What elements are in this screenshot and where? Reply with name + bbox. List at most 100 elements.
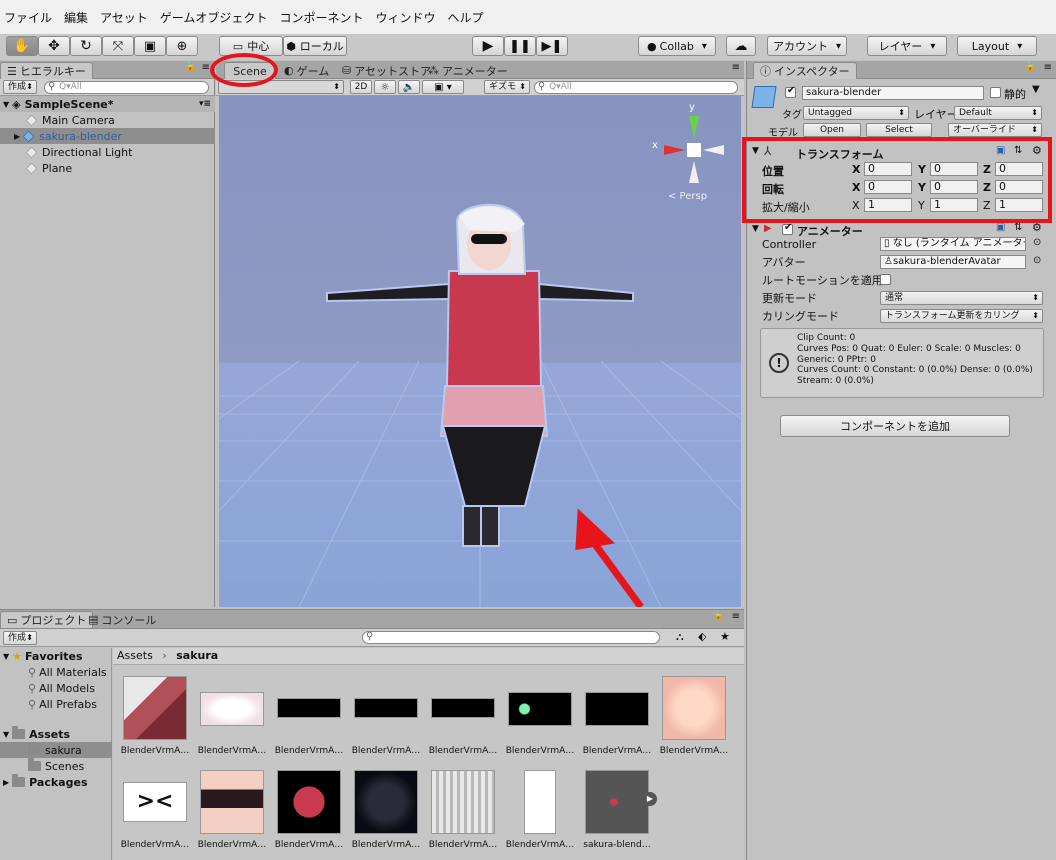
- expand-arrow-icon[interactable]: ▼: [3, 100, 9, 109]
- asset-item[interactable]: ▶ sakura-blend…: [579, 770, 657, 860]
- tab-inspector[interactable]: ⓘ インスペクター: [753, 62, 857, 79]
- hierarchy-item-directional-light[interactable]: Directional Light: [0, 144, 215, 160]
- rect-tool-button[interactable]: ▣: [134, 36, 166, 56]
- expand-arrow-icon[interactable]: ▶: [3, 778, 9, 787]
- menu-file[interactable]: ファイル: [4, 9, 52, 26]
- static-dropdown-icon[interactable]: ▼: [1032, 84, 1040, 95]
- lighting-toggle[interactable]: ☼: [374, 80, 396, 94]
- asset-item[interactable]: BlenderVrmA…: [425, 676, 501, 766]
- expand-play-icon[interactable]: ▶: [643, 792, 657, 806]
- menu-component[interactable]: コンポーネント: [279, 9, 363, 26]
- root-motion-checkbox[interactable]: [880, 274, 891, 285]
- panel-menu-icon[interactable]: ≡: [732, 611, 740, 622]
- scene-menu-icon[interactable]: ▾≡: [199, 99, 211, 109]
- tree-assets[interactable]: ▼ Assets: [0, 726, 112, 742]
- tree-sakura[interactable]: sakura: [0, 742, 112, 758]
- lock-icon[interactable]: 🔒: [1025, 62, 1036, 72]
- object-name-field[interactable]: sakura-blender: [802, 86, 984, 100]
- scene-search-input[interactable]: Q▾All: [534, 81, 738, 94]
- asset-item[interactable]: >< BlenderVrmA…: [117, 770, 193, 860]
- asset-item[interactable]: BlenderVrmA…: [348, 676, 424, 766]
- audio-toggle[interactable]: 🔈: [398, 80, 420, 94]
- menu-edit[interactable]: 編集: [64, 9, 88, 26]
- tab-animator[interactable]: ⁂ アニメーター: [422, 62, 514, 79]
- layout-dropdown[interactable]: Layout: [957, 36, 1037, 56]
- model-select-button[interactable]: Select: [866, 123, 932, 137]
- hierarchy-create-button[interactable]: 作成: [3, 80, 37, 94]
- asset-item[interactable]: BlenderVrmA…: [425, 770, 501, 860]
- project-create-button[interactable]: 作成: [3, 631, 37, 645]
- space-toggle-button[interactable]: ⬢ ローカル: [283, 36, 347, 56]
- tree-all-models[interactable]: ⚲ All Models: [0, 680, 112, 696]
- asset-item[interactable]: BlenderVrmA…: [194, 676, 270, 766]
- lock-icon[interactable]: 🔒: [713, 611, 724, 621]
- add-component-button[interactable]: コンポーネントを追加: [780, 415, 1010, 437]
- gear-icon[interactable]: ⚙: [1032, 221, 1042, 234]
- filter-type-icon[interactable]: ⛬: [676, 630, 684, 644]
- panel-menu-icon[interactable]: ≡: [202, 62, 210, 73]
- active-checkbox[interactable]: ✔: [785, 85, 796, 98]
- effects-dropdown[interactable]: ▣ ▾: [422, 80, 464, 94]
- expand-arrow-icon[interactable]: ▼: [752, 224, 759, 234]
- asset-item[interactable]: BlenderVrmA…: [348, 770, 424, 860]
- hand-tool-button[interactable]: ✋: [6, 36, 38, 56]
- step-button[interactable]: ▶❚: [536, 36, 568, 56]
- pause-button[interactable]: ❚❚: [504, 36, 536, 56]
- avatar-field[interactable]: ♙sakura-blenderAvatar: [880, 255, 1026, 269]
- asset-item[interactable]: BlenderVrmA…: [502, 770, 578, 860]
- tab-project[interactable]: ▭ プロジェクト: [0, 611, 94, 628]
- model-open-button[interactable]: Open: [803, 123, 861, 137]
- account-dropdown[interactable]: アカウント: [767, 36, 847, 56]
- expand-arrow-icon[interactable]: ▼: [3, 730, 9, 739]
- asset-item[interactable]: BlenderVrmA…: [579, 676, 655, 766]
- tree-favorites[interactable]: ▼ ★ Favorites: [0, 648, 112, 664]
- layer-dropdown[interactable]: Default: [954, 106, 1042, 120]
- asset-item[interactable]: BlenderVrmA…: [271, 676, 347, 766]
- tab-game[interactable]: ◐ ゲーム: [278, 62, 335, 79]
- menu-assets[interactable]: アセット: [100, 9, 148, 26]
- project-search-input[interactable]: [362, 631, 660, 644]
- hierarchy-search-input[interactable]: Q▾All: [44, 81, 209, 94]
- hierarchy-item-main-camera[interactable]: Main Camera: [0, 112, 215, 128]
- tree-all-materials[interactable]: ⚲ All Materials: [0, 664, 112, 680]
- collab-dropdown[interactable]: ● Collab: [638, 36, 716, 56]
- tab-hierarchy[interactable]: ☰ ヒエラルキー: [0, 62, 93, 79]
- menu-help[interactable]: ヘルプ: [447, 9, 483, 26]
- scene-viewport[interactable]: y x < Persp: [219, 96, 741, 607]
- asset-item[interactable]: BlenderVrmA…: [117, 676, 193, 766]
- scene-root-row[interactable]: ▼ ◈ SampleScene* ▾≡: [0, 96, 215, 112]
- override-dropdown[interactable]: オーバーライド: [948, 123, 1042, 137]
- help-icon[interactable]: ▣: [996, 222, 1005, 233]
- controller-field[interactable]: ▯ なし (ランタイム アニメーター コ: [880, 237, 1026, 251]
- transform-tool-button[interactable]: ⊕: [166, 36, 198, 56]
- asset-item[interactable]: BlenderVrmA…: [656, 676, 732, 766]
- expand-arrow-icon[interactable]: ▼: [3, 652, 9, 661]
- favorite-star-icon[interactable]: ★: [720, 630, 730, 643]
- static-checkbox[interactable]: [990, 87, 1001, 98]
- tree-packages[interactable]: ▶ Packages: [0, 774, 112, 790]
- hierarchy-item-plane[interactable]: Plane: [0, 160, 215, 176]
- object-picker-icon[interactable]: ⊙: [1033, 237, 1041, 248]
- hierarchy-item-sakura-blender[interactable]: ▶ sakura-blender: [0, 128, 215, 144]
- tree-scenes[interactable]: Scenes: [0, 758, 112, 774]
- object-picker-icon[interactable]: ⊙: [1033, 255, 1041, 266]
- menu-gameobject[interactable]: ゲームオブジェクト: [160, 9, 268, 26]
- cloud-button[interactable]: ☁: [726, 36, 756, 56]
- rotate-tool-button[interactable]: ↻: [70, 36, 102, 56]
- scale-tool-button[interactable]: ⤧: [102, 36, 134, 56]
- menu-window[interactable]: ウィンドウ: [375, 9, 435, 26]
- tab-console[interactable]: ▤ コンソール: [82, 611, 162, 628]
- layers-dropdown[interactable]: レイヤー: [867, 36, 947, 56]
- move-tool-button[interactable]: ✥: [38, 36, 70, 56]
- asset-item[interactable]: BlenderVrmA…: [502, 676, 578, 766]
- gizmos-dropdown[interactable]: ギズモ: [484, 80, 530, 94]
- preset-icon[interactable]: ⇅: [1014, 222, 1022, 233]
- animator-enabled-checkbox[interactable]: ✔: [782, 222, 793, 235]
- mode-2d-toggle[interactable]: 2D: [350, 80, 372, 94]
- asset-item[interactable]: BlenderVrmA…: [194, 770, 270, 860]
- panel-menu-icon[interactable]: ≡: [1044, 62, 1052, 73]
- update-mode-dropdown[interactable]: 通常: [880, 291, 1043, 305]
- breadcrumb-assets[interactable]: Assets: [117, 649, 153, 662]
- filter-label-icon[interactable]: ⬖: [698, 630, 706, 643]
- tree-all-prefabs[interactable]: ⚲ All Prefabs: [0, 696, 112, 712]
